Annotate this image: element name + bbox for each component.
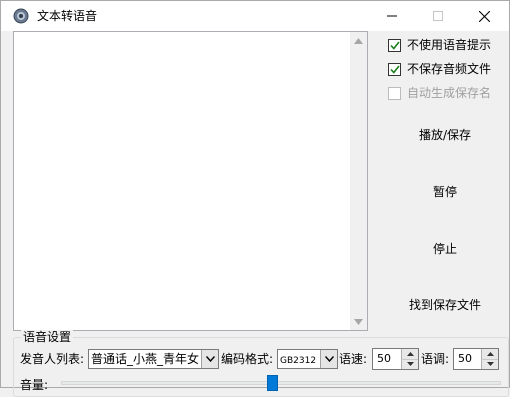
stepper-down-icon[interactable] xyxy=(401,359,418,369)
play-save-button[interactable]: 播放/保存 xyxy=(390,119,500,149)
tts-window: 文本转语音 不使用语音提示 不保存音频文件 自动生成保存名 播放/保存 暂停 停… xyxy=(0,0,510,397)
minimize-icon xyxy=(387,11,397,21)
maximize-button[interactable] xyxy=(415,1,461,31)
speaker-list-label: 发音人列表: xyxy=(20,352,85,366)
checkbox-box[interactable] xyxy=(388,38,401,52)
speed-stepper-buttons[interactable] xyxy=(401,349,418,369)
encoding-label: 编码格式: xyxy=(221,352,274,366)
app-speaker-icon xyxy=(13,8,29,24)
text-input-area[interactable] xyxy=(13,31,368,331)
speaker-select[interactable]: 普通话_小燕_青年女 xyxy=(88,349,219,369)
encoding-select-value: GB2312 xyxy=(280,356,317,366)
speaker-select-value: 普通话_小燕_青年女 xyxy=(91,352,200,366)
chevron-down-icon[interactable] xyxy=(201,350,218,368)
text-vertical-scrollbar[interactable] xyxy=(350,32,367,330)
pitch-label: 语调: xyxy=(421,352,450,366)
speed-stepper[interactable]: 50 xyxy=(372,348,419,370)
scroll-up-arrow-icon[interactable] xyxy=(350,32,367,49)
pitch-stepper-buttons[interactable] xyxy=(481,349,498,369)
stepper-up-icon[interactable] xyxy=(401,349,418,360)
maximize-icon xyxy=(433,11,443,21)
volume-slider-track[interactable] xyxy=(61,381,501,385)
checkbox-box[interactable] xyxy=(388,62,401,76)
checkmark-icon xyxy=(389,65,400,74)
window-title: 文本转语音 xyxy=(37,9,98,23)
stop-button[interactable]: 停止 xyxy=(390,233,500,263)
checkbox-box[interactable] xyxy=(388,86,401,100)
minimize-button[interactable] xyxy=(369,1,415,31)
volume-slider-thumb[interactable] xyxy=(267,375,278,391)
voice-settings-title: 语音设置 xyxy=(21,330,74,344)
speed-value: 50 xyxy=(377,352,391,365)
chevron-down-icon[interactable] xyxy=(320,350,337,368)
no-voice-prompt-checkbox[interactable]: 不使用语音提示 xyxy=(388,36,491,54)
checkbox-label: 不使用语音提示 xyxy=(407,38,492,52)
close-icon xyxy=(478,10,490,22)
volume-label: 音量: xyxy=(20,378,49,392)
scroll-down-arrow-icon[interactable] xyxy=(350,313,367,330)
checkmark-icon xyxy=(389,41,400,50)
pause-button[interactable]: 暂停 xyxy=(390,176,500,206)
checkbox-label: 不保存音频文件 xyxy=(407,62,492,76)
auto-save-name-checkbox[interactable]: 自动生成保存名 xyxy=(388,84,491,102)
checkbox-label: 自动生成保存名 xyxy=(407,86,492,100)
pitch-stepper[interactable]: 50 xyxy=(453,348,499,370)
find-saved-file-button[interactable]: 找到保存文件 xyxy=(390,289,500,319)
close-button[interactable] xyxy=(461,1,507,31)
stepper-down-icon[interactable] xyxy=(481,359,498,369)
speed-label: 语速: xyxy=(339,352,368,366)
encoding-select[interactable]: GB2312 xyxy=(277,349,338,369)
no-save-audio-checkbox[interactable]: 不保存音频文件 xyxy=(388,60,491,78)
title-bar[interactable]: 文本转语音 xyxy=(1,1,509,31)
stepper-up-icon[interactable] xyxy=(481,349,498,360)
pitch-value: 50 xyxy=(458,352,472,365)
